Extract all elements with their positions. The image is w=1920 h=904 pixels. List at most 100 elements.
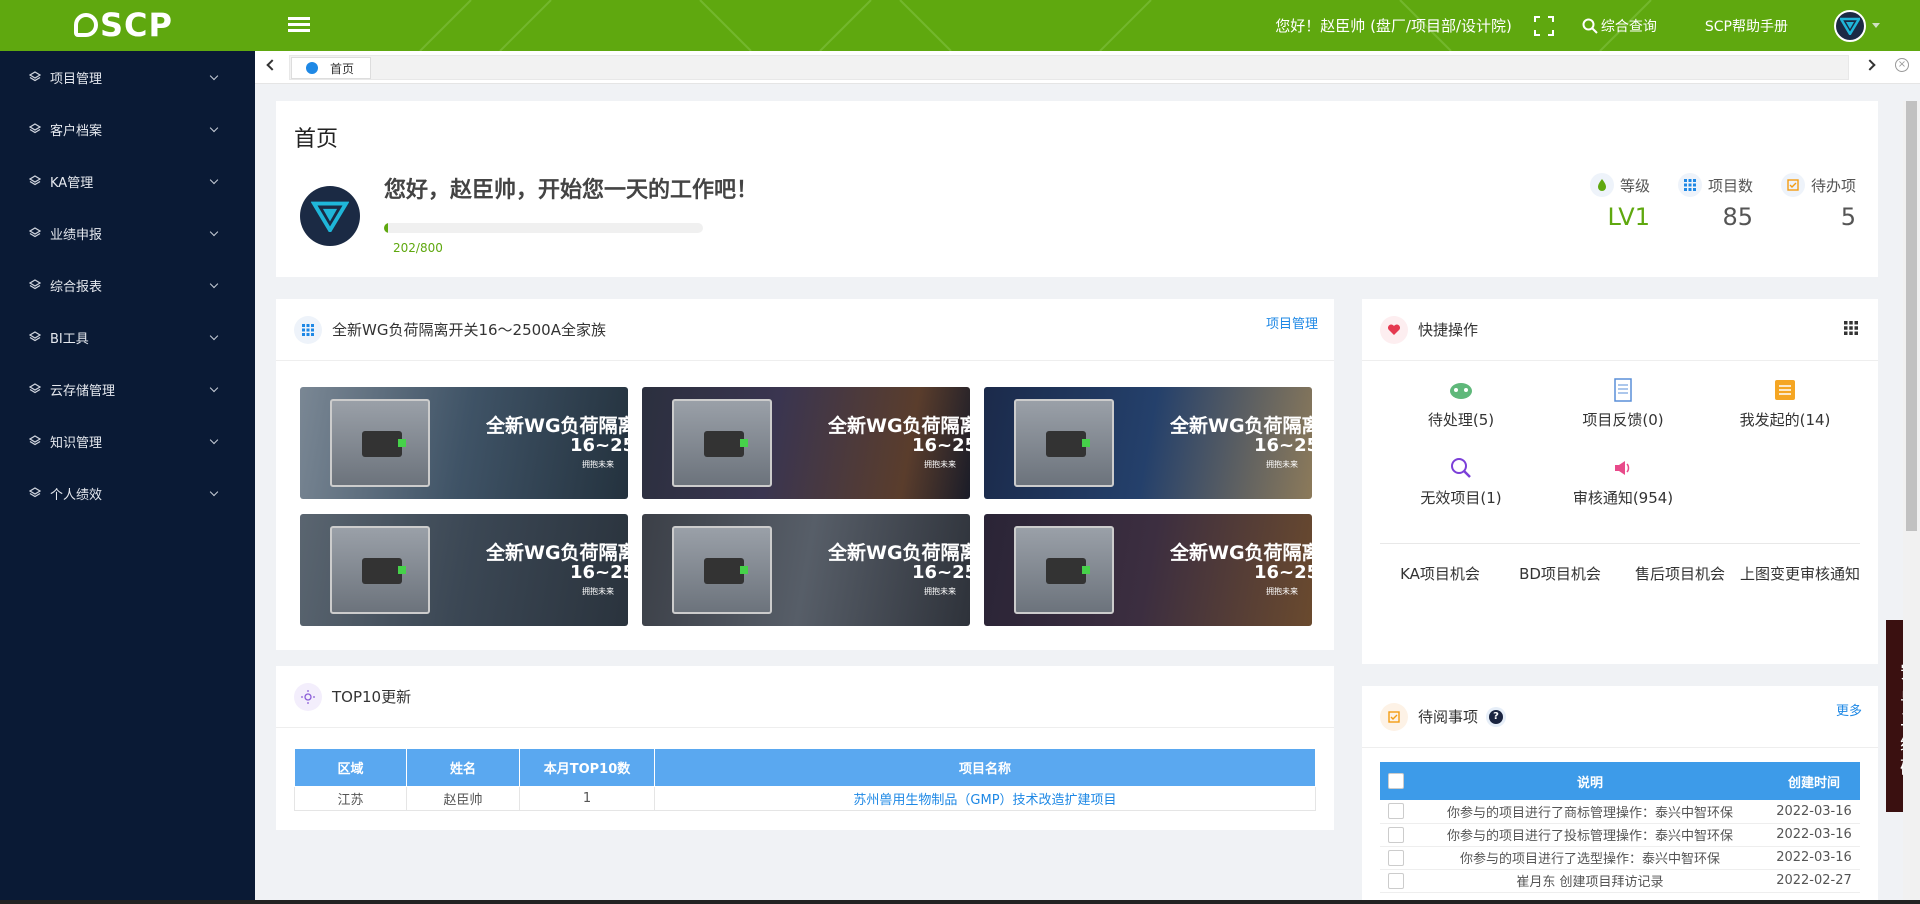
- chevron-down-icon: [209, 227, 219, 237]
- page-scrollbar[interactable]: [1903, 101, 1920, 904]
- layers-icon: [29, 487, 41, 498]
- row-checkbox[interactable]: [1388, 872, 1404, 889]
- logo-mark-icon: [74, 13, 98, 37]
- quick-op-pending[interactable]: 待处理(5): [1382, 377, 1540, 430]
- more-link[interactable]: 更多: [1836, 700, 1862, 719]
- banner-subtitle: 16~25: [1254, 562, 1312, 583]
- banner-image[interactable]: 全新WG负荷隔离开 16~25 拥抱未来: [984, 387, 1312, 499]
- quick-link-after-sales-opportunity[interactable]: 售后项目机会: [1620, 563, 1740, 584]
- project-link[interactable]: 苏州兽用生物制品（GMP）技术改造扩建项目: [654, 786, 1316, 811]
- column-header: 姓名: [406, 748, 520, 787]
- layers-icon: [29, 279, 41, 290]
- search-label: 综合查询: [1600, 18, 1657, 35]
- top10-card: TOP10更新 区域 姓名 本月TOP10数 项目名称 江苏 赵臣帅 1 苏州兽…: [276, 666, 1334, 830]
- sidebar-item-ka-management[interactable]: KA管理: [0, 155, 255, 207]
- sidebar-item-label: 项目管理: [50, 71, 103, 87]
- fullscreen-icon[interactable]: [1533, 15, 1554, 36]
- quick-link-ka-opportunity[interactable]: KA项目机会: [1380, 563, 1500, 584]
- banner-image[interactable]: 全新WG负荷隔离开 16~25 拥抱未来: [642, 387, 970, 499]
- banner-image[interactable]: 全新WG负荷隔离开 16~25 拥抱未来: [642, 514, 970, 626]
- stat-value: LV1: [1607, 203, 1650, 231]
- sidebar-item-personal-performance[interactable]: 个人绩效: [0, 467, 255, 519]
- quick-op-feedback[interactable]: 项目反馈(0): [1544, 377, 1702, 430]
- logo[interactable]: SCP: [74, 6, 173, 44]
- chevron-down-icon: [209, 175, 219, 185]
- project-management-link[interactable]: 项目管理: [1266, 313, 1318, 332]
- sidebar-item-label: 云存储管理: [50, 383, 116, 399]
- top-bar: SCP 您好！赵臣帅 (盘厂/项目部/设计院) 综合查询 SCP帮助手册: [0, 0, 1920, 51]
- row-checkbox[interactable]: [1388, 803, 1404, 820]
- tab-home[interactable]: 首页: [291, 57, 371, 79]
- close-tabs-icon[interactable]: ×: [1895, 58, 1909, 72]
- quick-op-initiated[interactable]: 我发起的(14): [1706, 377, 1864, 430]
- select-all-checkbox[interactable]: [1388, 773, 1404, 789]
- pending-reading-card: 待阅事项 ? 更多 说明 创建时间 你参与的项目进行了商标管理操作：泰兴中智环保…: [1362, 686, 1878, 904]
- sidebar-item-knowledge[interactable]: 知识管理: [0, 415, 255, 467]
- sidebar-item-cloud-storage[interactable]: 云存储管理: [0, 363, 255, 415]
- global-search-link[interactable]: 综合查询: [1582, 16, 1657, 36]
- table-row[interactable]: 你参与的项目进行了选型操作：泰兴中智环保 2022-03-16: [1380, 846, 1860, 870]
- card-title: 全新WG负荷隔离开关16～2500A全家族: [332, 321, 606, 339]
- scrollbar-thumb[interactable]: [1906, 101, 1917, 531]
- cell-desc: 你参与的项目进行了商标管理操作：泰兴中智环保: [1412, 800, 1768, 824]
- column-header: 区域: [294, 748, 407, 787]
- bottom-bar: [0, 900, 1920, 904]
- column-header: 本月TOP10数: [519, 748, 655, 787]
- sidebar-item-label: 客户档案: [50, 123, 103, 139]
- layers-icon: [29, 123, 41, 134]
- sidebar-item-bi-tools[interactable]: BI工具: [0, 311, 255, 363]
- tab-scroll-left-icon[interactable]: [266, 59, 278, 71]
- chevron-down-icon: [209, 487, 219, 497]
- chevron-down-icon: [209, 331, 219, 341]
- quick-op-label: 待处理(5): [1427, 411, 1495, 429]
- gamepad-icon: [1448, 377, 1474, 403]
- stat-todos: 待办项 5: [1780, 173, 1856, 231]
- cell-region: 江苏: [294, 786, 407, 811]
- quick-op-label: 审核通知(954): [1572, 489, 1674, 507]
- banner-title: 全新WG负荷隔离开: [486, 542, 628, 564]
- quick-link-bd-opportunity[interactable]: BD项目机会: [1500, 563, 1620, 584]
- user-avatar[interactable]: [1834, 9, 1866, 42]
- sidebar-item-performance-report[interactable]: 业绩申报: [0, 207, 255, 259]
- experience-progress-text: 202/800: [393, 241, 443, 255]
- sidebar-item-general-reports[interactable]: 综合报表: [0, 259, 255, 311]
- help-icon[interactable]: ?: [1486, 706, 1507, 727]
- stat-label: 项目数: [1707, 176, 1753, 195]
- table-row[interactable]: 你参与的项目进行了投标管理操作：泰兴中智环保 2022-03-16: [1380, 823, 1860, 847]
- checklist-icon: [1380, 702, 1408, 731]
- document-icon: [1610, 377, 1636, 403]
- sidebar-item-customer-archive[interactable]: 客户档案: [0, 103, 255, 155]
- cell-desc: 你参与的项目进行了选型操作：泰兴中智环保: [1412, 846, 1768, 870]
- quick-link-drawing-change-review[interactable]: 上图变更审核通知: [1740, 563, 1860, 584]
- top10-table: 区域 姓名 本月TOP10数 项目名称 江苏 赵臣帅 1 苏州兽用生物制品（GM…: [294, 748, 1316, 811]
- banner-image[interactable]: 全新WG负荷隔离开 16~25 拥抱未来: [300, 514, 628, 626]
- layers-icon: [29, 71, 41, 82]
- row-checkbox[interactable]: [1388, 849, 1404, 866]
- help-manual-link[interactable]: SCP帮助手册: [1705, 16, 1788, 36]
- stat-label: 待办项: [1810, 176, 1856, 195]
- cell-count: 1: [519, 786, 655, 811]
- chevron-down-icon: [209, 71, 219, 81]
- column-header: 项目名称: [654, 748, 1316, 787]
- sidebar-item-project-management[interactable]: 项目管理: [0, 51, 255, 103]
- search-icon: [1582, 18, 1598, 34]
- banner-subtitle: 16~25: [570, 562, 628, 583]
- quick-op-review-notice[interactable]: 审核通知(954): [1544, 455, 1702, 508]
- table-row[interactable]: 崔月东 创建项目拜访记录 2022-02-27: [1380, 869, 1860, 893]
- banner-image[interactable]: 全新WG负荷隔离开 16~25 拥抱未来: [300, 387, 628, 499]
- menu-toggle-button[interactable]: [288, 17, 310, 33]
- tab-scroll-right-icon[interactable]: [1864, 59, 1876, 71]
- tab-bar: 首页 ×: [255, 51, 1920, 84]
- quick-op-label: 项目反馈(0): [1582, 411, 1664, 429]
- layers-icon: [29, 383, 41, 394]
- divider: [1380, 543, 1860, 544]
- tabs-strip: 首页: [289, 55, 1849, 80]
- table-row[interactable]: 你参与的项目进行了商标管理操作：泰兴中智环保 2022-03-16: [1380, 800, 1860, 824]
- user-menu-chevron-down-icon[interactable]: [1872, 23, 1880, 28]
- quick-op-invalid[interactable]: 无效项目(1): [1382, 455, 1540, 508]
- banner-image[interactable]: 全新WG负荷隔离开 16~25 拥抱未来: [984, 514, 1312, 626]
- row-checkbox[interactable]: [1388, 826, 1404, 843]
- lightbulb-icon: [294, 682, 322, 711]
- apps-grid-icon[interactable]: [1844, 321, 1858, 335]
- user-stats: 等级 LV1 项目数 85 待办项 5: [1562, 173, 1856, 231]
